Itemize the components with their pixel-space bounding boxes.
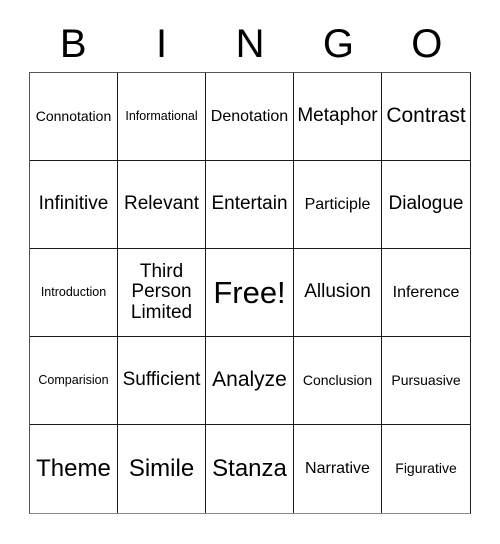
bingo-cell-label: Comparision [38, 372, 109, 387]
bingo-cell[interactable]: Dialogue [382, 161, 470, 249]
bingo-cell-label: Simile [128, 455, 195, 483]
bingo-cell[interactable]: Infinitive [30, 161, 118, 249]
bingo-cell[interactable]: Denotation [206, 73, 294, 161]
bingo-cell-label: Dialogue [388, 193, 464, 215]
bingo-free-space[interactable]: Free! [206, 249, 294, 337]
bingo-cell[interactable]: Relevant [118, 161, 206, 249]
bingo-cell[interactable]: Metaphor [294, 73, 382, 161]
bingo-cell[interactable]: Informational [118, 73, 206, 161]
bingo-cell[interactable]: Comparision [30, 337, 118, 425]
bingo-cell[interactable]: Simile [118, 425, 206, 513]
bingo-cell-label: Denotation [210, 107, 289, 125]
bingo-grid: Connotation Informational Denotation Metaph… [29, 72, 471, 514]
bingo-cell-label: Allusion [304, 281, 371, 303]
bingo-cell[interactable]: Figurative [382, 425, 470, 513]
bingo-cell[interactable]: Allusion [294, 249, 382, 337]
bingo-cell-label: Third Person Limited [130, 260, 193, 323]
bingo-cell[interactable]: Sufficient [118, 337, 206, 425]
bingo-cell-label: Infinitive [38, 193, 109, 215]
bingo-cell[interactable]: Participle [294, 161, 382, 249]
bingo-cell-label: Conclusion [302, 371, 373, 388]
free-space-label: Free! [213, 274, 286, 310]
bingo-cell-label: Contrast [386, 104, 466, 128]
bingo-cell-label: Participle [304, 195, 371, 213]
header-letter-o: O [411, 22, 443, 66]
header-letter-n: N [235, 22, 265, 66]
bingo-cell-label: Theme [36, 455, 111, 483]
bingo-cell-label: Figurative [395, 460, 457, 477]
bingo-cell[interactable]: Theme [30, 425, 118, 513]
bingo-card: B I N G O Connotation Informational Denota… [0, 0, 500, 544]
bingo-cell-label: Informational [125, 108, 198, 123]
bingo-cell[interactable]: Contrast [382, 73, 470, 161]
bingo-cell[interactable]: Third Person Limited [118, 249, 206, 337]
bingo-cell-label: Sufficient [122, 369, 201, 391]
bingo-cell-label: Inference [392, 283, 460, 301]
bingo-cell[interactable]: Narrative [294, 425, 382, 513]
bingo-cell[interactable]: Pursuasive [382, 337, 470, 425]
bingo-cell-label: Narrative [305, 460, 370, 478]
header-letter-b: B [59, 22, 87, 66]
bingo-cell[interactable]: Entertain [206, 161, 294, 249]
bingo-cell-label: Analyze [212, 368, 287, 392]
bingo-cell-label: Introduction [40, 284, 107, 299]
bingo-cell-label: Entertain [211, 193, 288, 215]
bingo-cell-label: Relevant [124, 193, 199, 215]
bingo-header-letters: B I N G O [29, 16, 471, 72]
bingo-cell-label: Stanza [212, 455, 287, 483]
header-letter-i: I [156, 22, 168, 66]
bingo-cell[interactable]: Connotation [30, 73, 118, 161]
bingo-cell[interactable]: Conclusion [294, 337, 382, 425]
bingo-cell-label: Connotation [35, 107, 112, 124]
header-letter-g: G [322, 22, 354, 66]
bingo-cell-label: Pursuasive [391, 371, 461, 388]
bingo-cell[interactable]: Inference [382, 249, 470, 337]
bingo-cell[interactable]: Stanza [206, 425, 294, 513]
bingo-cell[interactable]: Analyze [206, 337, 294, 425]
bingo-cell-label: Metaphor [297, 105, 378, 127]
bingo-cell[interactable]: Introduction [30, 249, 118, 337]
